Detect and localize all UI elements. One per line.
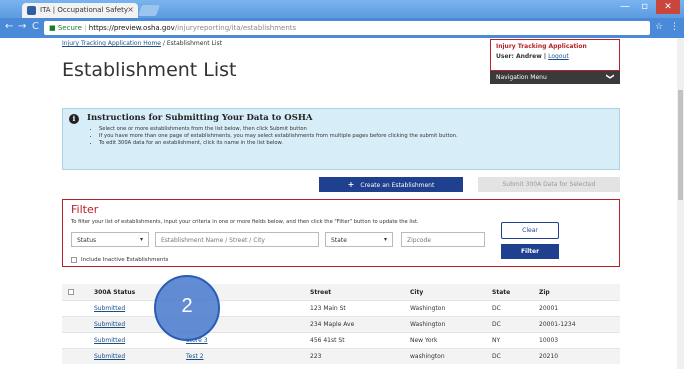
back-icon[interactable]: ← [5,21,13,32]
include-inactive-label: Include Inactive Establishments [81,257,169,263]
create-establishment-label: Create an Establishment [360,182,435,189]
status-select-value: Status [77,237,97,244]
column-header-status[interactable]: 300A Status [94,289,135,296]
state-select[interactable]: State ▾ [325,232,393,247]
url-host: https://preview.osha.gov [88,24,175,32]
tab-close-icon[interactable]: × [127,5,134,14]
status-link[interactable]: Submitted [94,353,125,360]
user-label: User: Andrew | [496,53,549,60]
page-title: Establishment List [62,59,237,81]
zip-cell: 20001-1234 [539,321,576,328]
city-cell: Washington [410,305,446,312]
status-link[interactable]: Submitted [94,305,125,312]
new-tab-button[interactable] [137,5,161,16]
browser-tab[interactable]: ITA | Occupational Safety × [22,3,138,18]
page-content: Injury Tracking Application Home / Estab… [0,38,677,369]
instruction-item: If you have more than one page of establ… [99,133,458,140]
site-favicon-icon [27,6,36,15]
table-row: Submitted Store 3 456 41st St New York N… [62,332,620,348]
app-title: Injury Tracking Application [496,43,587,50]
street-cell: 223 [310,353,322,360]
state-cell: DC [492,321,501,328]
minimize-icon[interactable]: — [620,1,630,12]
url-path: /injuryreporting/ita/establishments [174,24,297,32]
filter-help-text: To filter your list of establishments, i… [71,219,419,225]
plus-icon: + [347,180,355,189]
column-header-zip[interactable]: Zip [539,289,550,296]
info-icon: i [69,114,79,124]
zipcode-input[interactable]: Zipcode [401,232,485,247]
state-cell: DC [492,305,501,312]
instructions-title: Instructions for Submitting Your Data to… [87,113,313,123]
step-number: 2 [181,295,193,317]
state-cell: NY [492,337,501,344]
instruction-item: Select one or more establishments from t… [99,126,458,133]
status-select[interactable]: Status ▾ [71,232,149,247]
browser-menu-icon[interactable]: ⋮ [670,22,679,32]
status-link[interactable]: Submitted [94,321,125,328]
state-select-value: State [331,237,347,244]
street-cell: 456 41st St [310,337,345,344]
address-bar-row: ← → C ■ Secure | https://preview.osha.go… [0,18,684,38]
city-cell: New York [410,337,438,344]
filter-panel: Filter To filter your list of establishm… [62,199,620,267]
caret-down-icon: ▾ [139,236,143,243]
breadcrumb-home-link[interactable]: Injury Tracking Application Home [62,40,161,47]
reload-icon[interactable]: C [32,21,39,32]
clear-button[interactable]: Clear [501,222,559,239]
browser-title-bar: ITA | Occupational Safety × — ▫ ✕ [0,0,684,18]
instructions-panel: i Instructions for Submitting Your Data … [62,108,620,170]
create-establishment-button[interactable]: + Create an Establishment [319,177,463,192]
caret-down-icon: ▾ [383,236,387,243]
navigation-menu-button[interactable]: Navigation Menu ❯ [490,71,620,84]
logout-link[interactable]: Logout [548,53,569,60]
street-cell: 123 Main St [310,305,346,312]
zip-cell: 10003 [539,337,559,344]
state-cell: DC [492,353,501,360]
table-row: Submitted 234 Maple Ave Washington DC 20… [62,316,620,332]
column-header-state[interactable]: State [492,289,510,296]
select-all-checkbox[interactable] [68,289,74,295]
status-link[interactable]: Submitted [94,337,125,344]
lock-icon: ■ [49,24,56,32]
forward-icon[interactable]: → [18,21,26,32]
establishment-search-input[interactable]: Establishment Name / Street / City [155,232,319,247]
secure-label: Secure [57,24,82,32]
establishment-name-link[interactable]: Test 2 [186,353,204,360]
table-header: 300A Status Street City State Zip [62,284,620,300]
scrollbar-thumb[interactable] [678,90,683,200]
maximize-icon[interactable]: ▫ [641,1,648,12]
instructions-list: Select one or more establishments from t… [99,126,458,147]
table-row: Submitted Test 2 223 washington DC 20210 [62,348,620,364]
window-close-icon[interactable]: ✕ [656,0,680,14]
column-header-street[interactable]: Street [310,289,331,296]
zip-cell: 20001 [539,305,559,312]
zip-cell: 20210 [539,353,559,360]
include-inactive-checkbox[interactable] [71,257,77,263]
city-cell: Washington [410,321,446,328]
navigation-menu-label: Navigation Menu [496,74,547,81]
tab-title: ITA | Occupational Safety [40,6,129,14]
filter-title: Filter [71,203,99,216]
breadcrumb: Injury Tracking Application Home / Estab… [62,40,222,47]
instruction-item: To edit 300A data for an establishment, … [99,140,458,147]
filter-button[interactable]: Filter [501,244,559,259]
user-info: User: Andrew | Logout [496,53,614,60]
column-header-city[interactable]: City [410,289,423,296]
bookmark-star-icon[interactable]: ☆ [655,22,663,32]
app-info-box: Injury Tracking Application User: Andrew… [490,39,620,71]
step-marker: 2 [154,275,220,341]
breadcrumb-current: Establishment List [166,40,222,47]
chevron-down-icon: ❯ [606,73,616,80]
url-input[interactable]: ■ Secure | https://preview.osha.gov/inju… [44,21,650,35]
city-cell: washington [410,353,445,360]
page-scrollbar[interactable] [677,38,684,369]
table-row: Submitted 123 Main St Washington DC 2000… [62,300,620,316]
submit-300a-button[interactable]: Submit 300A Data for Selected [478,177,620,192]
street-cell: 234 Maple Ave [310,321,355,328]
